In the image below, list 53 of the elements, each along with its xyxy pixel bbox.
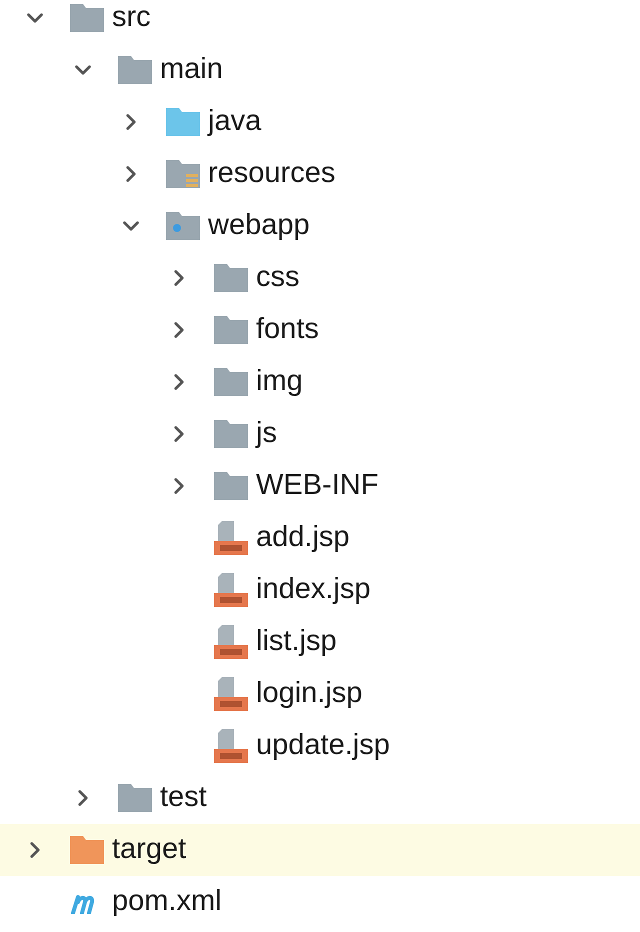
folder-icon [118,784,152,812]
folder-icon [214,264,248,292]
tree-item-label: add.jsp [256,520,350,556]
folder-icon [214,420,248,448]
tree-item-label: index.jsp [256,572,370,608]
tree-row[interactable]: webapp [0,200,640,252]
tree-item-label: WEB-INF [256,468,378,504]
jsp-file-icon [214,677,248,711]
tree-item-label: img [256,364,303,400]
folder-icon [214,368,248,396]
tree-item-label: fonts [256,312,319,348]
tree-row[interactable]: login.jsp [0,668,640,720]
tree-row[interactable]: js [0,408,640,460]
folder-icon [214,316,248,344]
tree-item-label: pom.xml [112,884,222,920]
folder-icon [166,160,200,188]
tree-row[interactable]: img [0,356,640,408]
tree-item-label: list.jsp [256,624,337,660]
tree-row[interactable]: update.jsp [0,720,640,772]
tree-item-label: js [256,416,277,452]
tree-item-label: target [112,832,186,868]
tree-row[interactable]: fonts [0,304,640,356]
tree-row[interactable]: list.jsp [0,616,640,668]
tree-row[interactable]: css [0,252,640,304]
jsp-file-icon [214,521,248,555]
folder-icon [118,56,152,84]
tree-row[interactable]: add.jsp [0,512,640,564]
tree-row[interactable]: test [0,772,640,824]
tree-item-label: test [160,780,207,816]
tree-item-label: login.jsp [256,676,362,712]
tree-row[interactable]: resources [0,148,640,200]
tree-row[interactable]: java [0,96,640,148]
tree-item-label: src [112,0,151,36]
folder-icon [70,4,104,32]
folder-icon [166,212,200,240]
jsp-file-icon [214,625,248,659]
folder-icon [70,836,104,864]
tree-item-label: update.jsp [256,728,390,764]
tree-item-label: java [208,104,262,140]
tree-row[interactable]: main [0,44,640,96]
tree-row[interactable]: index.jsp [0,564,640,616]
jsp-file-icon [214,729,248,763]
tree-item-label: resources [208,156,336,192]
tree-row[interactable]: src [0,0,640,44]
tree-row[interactable]: WEB-INF [0,460,640,512]
tree-item-label: main [160,52,223,88]
folder-icon [214,472,248,500]
tree-row[interactable]: pom.xml [0,876,640,928]
jsp-file-icon [214,573,248,607]
tree-item-label: css [256,260,300,296]
tree-row[interactable]: target [0,824,640,876]
tree-item-label: webapp [208,208,310,244]
folder-icon [166,108,200,136]
